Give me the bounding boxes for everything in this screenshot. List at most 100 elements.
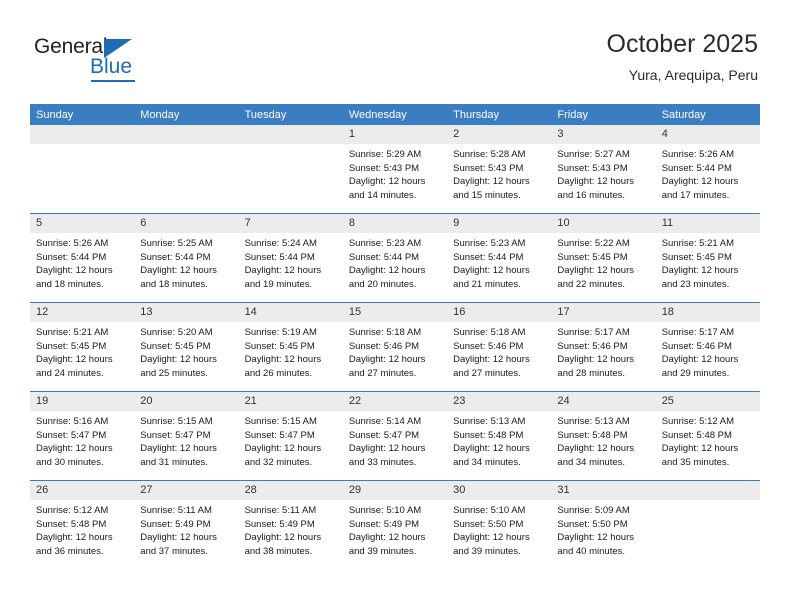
calendar-day-cell[interactable]: 2 Sunrise: 5:28 AM Sunset: 5:43 PM Daylight…	[447, 125, 552, 214]
daylight-text: Daylight: 12 hours and 40 minutes.	[557, 532, 634, 557]
daylight-text: Daylight: 12 hours and 15 minutes.	[453, 176, 530, 201]
day-details: Sunrise: 5:12 AM Sunset: 5:48 PM Daylight:…	[656, 411, 760, 469]
day-number: 2	[447, 125, 552, 144]
daylight-text: Daylight: 12 hours and 20 minutes.	[348, 265, 426, 290]
sunrise-text: Sunrise: 5:22 AM	[557, 238, 630, 249]
calendar-day-cell-empty	[30, 125, 135, 214]
sunrise-text: Sunrise: 5:10 AM	[453, 505, 526, 516]
calendar-day-cell[interactable]: 1 Sunrise: 5:29 AM Sunset: 5:43 PM Daylight…	[342, 125, 448, 214]
daylight-text: Daylight: 12 hours and 28 minutes.	[557, 354, 634, 379]
sunset-text: Sunset: 5:48 PM	[453, 429, 524, 441]
day-details: Sunrise: 5:23 AM Sunset: 5:44 PM Daylight:…	[447, 233, 551, 291]
daylight-text: Daylight: 12 hours and 30 minutes.	[36, 443, 113, 468]
day-details: Sunrise: 5:13 AM Sunset: 5:48 PM Daylight:…	[447, 411, 551, 469]
calendar-day-cell[interactable]: 7 Sunrise: 5:24 AM Sunset: 5:44 PM Daylight…	[238, 213, 343, 303]
calendar-day-cell-empty	[655, 480, 760, 569]
calendar-day-cell[interactable]: 16 Sunrise: 5:18 AM Sunset: 5:46 PM Dayligh…	[447, 302, 552, 392]
calendar-day-cell[interactable]: 12 Sunrise: 5:21 AM Sunset: 5:45 PM Dayligh…	[30, 302, 135, 392]
daylight-text: Daylight: 12 hours and 18 minutes.	[140, 265, 217, 290]
calendar-week-row: 5 Sunrise: 5:26 AM Sunset: 5:44 PM Daylight…	[30, 213, 760, 303]
day-number	[238, 125, 343, 144]
day-details: Sunrise: 5:27 AM Sunset: 5:43 PM Daylight:…	[551, 144, 655, 202]
daylight-text: Daylight: 12 hours and 24 minutes.	[36, 354, 113, 379]
calendar-day-cell[interactable]: 13 Sunrise: 5:20 AM Sunset: 5:45 PM Dayligh…	[134, 302, 239, 392]
calendar-day-cell[interactable]: 3 Sunrise: 5:27 AM Sunset: 5:43 PM Daylight…	[551, 125, 656, 214]
brand-logo[interactable]: General Blue	[34, 36, 154, 84]
sunset-text: Sunset: 5:45 PM	[557, 251, 628, 263]
page-title: October 2025	[606, 30, 759, 58]
daylight-text: Daylight: 12 hours and 14 minutes.	[348, 176, 426, 201]
day-number	[134, 125, 239, 144]
day-details: Sunrise: 5:10 AM Sunset: 5:50 PM Daylight:…	[447, 500, 551, 558]
calendar-week-row: 19 Sunrise: 5:16 AM Sunset: 5:47 PM Dayligh…	[30, 391, 760, 481]
day-number: 24	[551, 392, 656, 411]
calendar-day-cell[interactable]: 15 Sunrise: 5:18 AM Sunset: 5:46 PM Dayligh…	[342, 302, 448, 392]
calendar-day-cell[interactable]: 22 Sunrise: 5:14 AM Sunset: 5:47 PM Dayligh…	[342, 391, 448, 481]
calendar-day-cell[interactable]: 20 Sunrise: 5:15 AM Sunset: 5:47 PM Dayligh…	[134, 391, 239, 481]
calendar-day-cell[interactable]: 27 Sunrise: 5:11 AM Sunset: 5:49 PM Dayligh…	[134, 480, 239, 569]
calendar-day-cell[interactable]: 10 Sunrise: 5:22 AM Sunset: 5:45 PM Dayligh…	[551, 213, 656, 303]
calendar-day-cell[interactable]: 5 Sunrise: 5:26 AM Sunset: 5:44 PM Daylight…	[30, 213, 135, 303]
day-details: Sunrise: 5:18 AM Sunset: 5:46 PM Daylight:…	[447, 322, 551, 380]
calendar-day-cell[interactable]: 25 Sunrise: 5:12 AM Sunset: 5:48 PM Dayligh…	[655, 391, 760, 481]
calendar-day-cell[interactable]: 31 Sunrise: 5:09 AM Sunset: 5:50 PM Dayligh…	[551, 480, 656, 569]
calendar-day-cell[interactable]: 29 Sunrise: 5:10 AM Sunset: 5:49 PM Dayligh…	[342, 480, 448, 569]
calendar-day-cell[interactable]: 21 Sunrise: 5:15 AM Sunset: 5:47 PM Dayligh…	[238, 391, 343, 481]
sunset-text: Sunset: 5:49 PM	[140, 518, 211, 530]
calendar-day-cell[interactable]: 17 Sunrise: 5:17 AM Sunset: 5:46 PM Dayligh…	[551, 302, 656, 392]
daylight-text: Daylight: 12 hours and 27 minutes.	[348, 354, 426, 379]
sunrise-text: Sunrise: 5:26 AM	[36, 238, 109, 249]
calendar-day-cell[interactable]: 14 Sunrise: 5:19 AM Sunset: 5:45 PM Dayligh…	[238, 302, 343, 392]
sunset-text: Sunset: 5:47 PM	[140, 429, 211, 441]
sunset-text: Sunset: 5:44 PM	[348, 251, 420, 263]
day-number: 19	[30, 392, 135, 411]
day-number: 18	[655, 303, 760, 322]
sunrise-text: Sunrise: 5:24 AM	[244, 238, 317, 249]
calendar-day-cell[interactable]: 26 Sunrise: 5:12 AM Sunset: 5:48 PM Dayligh…	[30, 480, 135, 569]
sunset-text: Sunset: 5:48 PM	[36, 518, 107, 530]
daylight-text: Daylight: 12 hours and 27 minutes.	[453, 354, 530, 379]
sunset-text: Sunset: 5:43 PM	[557, 162, 628, 174]
calendar-day-cell[interactable]: 9 Sunrise: 5:23 AM Sunset: 5:44 PM Daylight…	[447, 213, 552, 303]
sunrise-text: Sunrise: 5:29 AM	[348, 149, 422, 160]
calendar-day-cell[interactable]: 23 Sunrise: 5:13 AM Sunset: 5:48 PM Dayligh…	[447, 391, 552, 481]
sunset-text: Sunset: 5:48 PM	[661, 429, 732, 441]
calendar-day-cell[interactable]: 18 Sunrise: 5:17 AM Sunset: 5:46 PM Dayligh…	[655, 302, 760, 392]
day-number: 28	[238, 481, 343, 500]
day-number: 1	[342, 125, 448, 144]
daylight-text: Daylight: 12 hours and 25 minutes.	[140, 354, 217, 379]
sunset-text: Sunset: 5:49 PM	[244, 518, 315, 530]
sunset-text: Sunset: 5:44 PM	[140, 251, 211, 263]
calendar-head: Sunday Monday Tuesday Wednesday Thursday…	[30, 104, 760, 125]
sunset-text: Sunset: 5:45 PM	[140, 340, 211, 352]
daylight-text: Daylight: 12 hours and 18 minutes.	[36, 265, 113, 290]
day-details: Sunrise: 5:16 AM Sunset: 5:47 PM Daylight:…	[30, 411, 134, 469]
day-details: Sunrise: 5:15 AM Sunset: 5:47 PM Daylight:…	[239, 411, 343, 469]
daylight-text: Daylight: 12 hours and 21 minutes.	[453, 265, 530, 290]
calendar-day-cell[interactable]: 30 Sunrise: 5:10 AM Sunset: 5:50 PM Dayligh…	[447, 480, 552, 569]
calendar-day-cell[interactable]: 4 Sunrise: 5:26 AM Sunset: 5:44 PM Daylight…	[655, 125, 760, 214]
calendar-page: General Blue October 2025 Yura, Arequipa…	[0, 0, 792, 612]
calendar-day-cell[interactable]: 28 Sunrise: 5:11 AM Sunset: 5:49 PM Dayligh…	[238, 480, 343, 569]
day-number	[30, 125, 135, 144]
calendar-day-cell[interactable]: 8 Sunrise: 5:23 AM Sunset: 5:44 PM Daylight…	[342, 213, 448, 303]
sunset-text: Sunset: 5:45 PM	[661, 251, 732, 263]
sunrise-text: Sunrise: 5:20 AM	[140, 327, 213, 338]
daylight-text: Daylight: 12 hours and 34 minutes.	[453, 443, 530, 468]
sunset-text: Sunset: 5:46 PM	[661, 340, 732, 352]
calendar-day-cell[interactable]: 24 Sunrise: 5:13 AM Sunset: 5:48 PM Dayligh…	[551, 391, 656, 481]
day-details: Sunrise: 5:18 AM Sunset: 5:46 PM Daylight:…	[343, 322, 447, 380]
calendar-day-cell[interactable]: 19 Sunrise: 5:16 AM Sunset: 5:47 PM Dayligh…	[30, 391, 135, 481]
calendar-day-cell-empty	[134, 125, 239, 214]
sunrise-text: Sunrise: 5:12 AM	[36, 505, 109, 516]
calendar-day-cell[interactable]: 11 Sunrise: 5:21 AM Sunset: 5:45 PM Dayligh…	[655, 213, 760, 303]
calendar-day-cell[interactable]: 6 Sunrise: 5:25 AM Sunset: 5:44 PM Daylight…	[134, 213, 239, 303]
sunset-text: Sunset: 5:44 PM	[453, 251, 524, 263]
weekday-header-friday: Friday	[551, 104, 656, 125]
daylight-text: Daylight: 12 hours and 29 minutes.	[661, 354, 739, 379]
day-number: 25	[655, 392, 760, 411]
day-details: Sunrise: 5:11 AM Sunset: 5:49 PM Daylight:…	[134, 500, 238, 558]
day-number: 12	[30, 303, 135, 322]
daylight-text: Daylight: 12 hours and 32 minutes.	[244, 443, 322, 468]
sunrise-text: Sunrise: 5:18 AM	[348, 327, 422, 338]
